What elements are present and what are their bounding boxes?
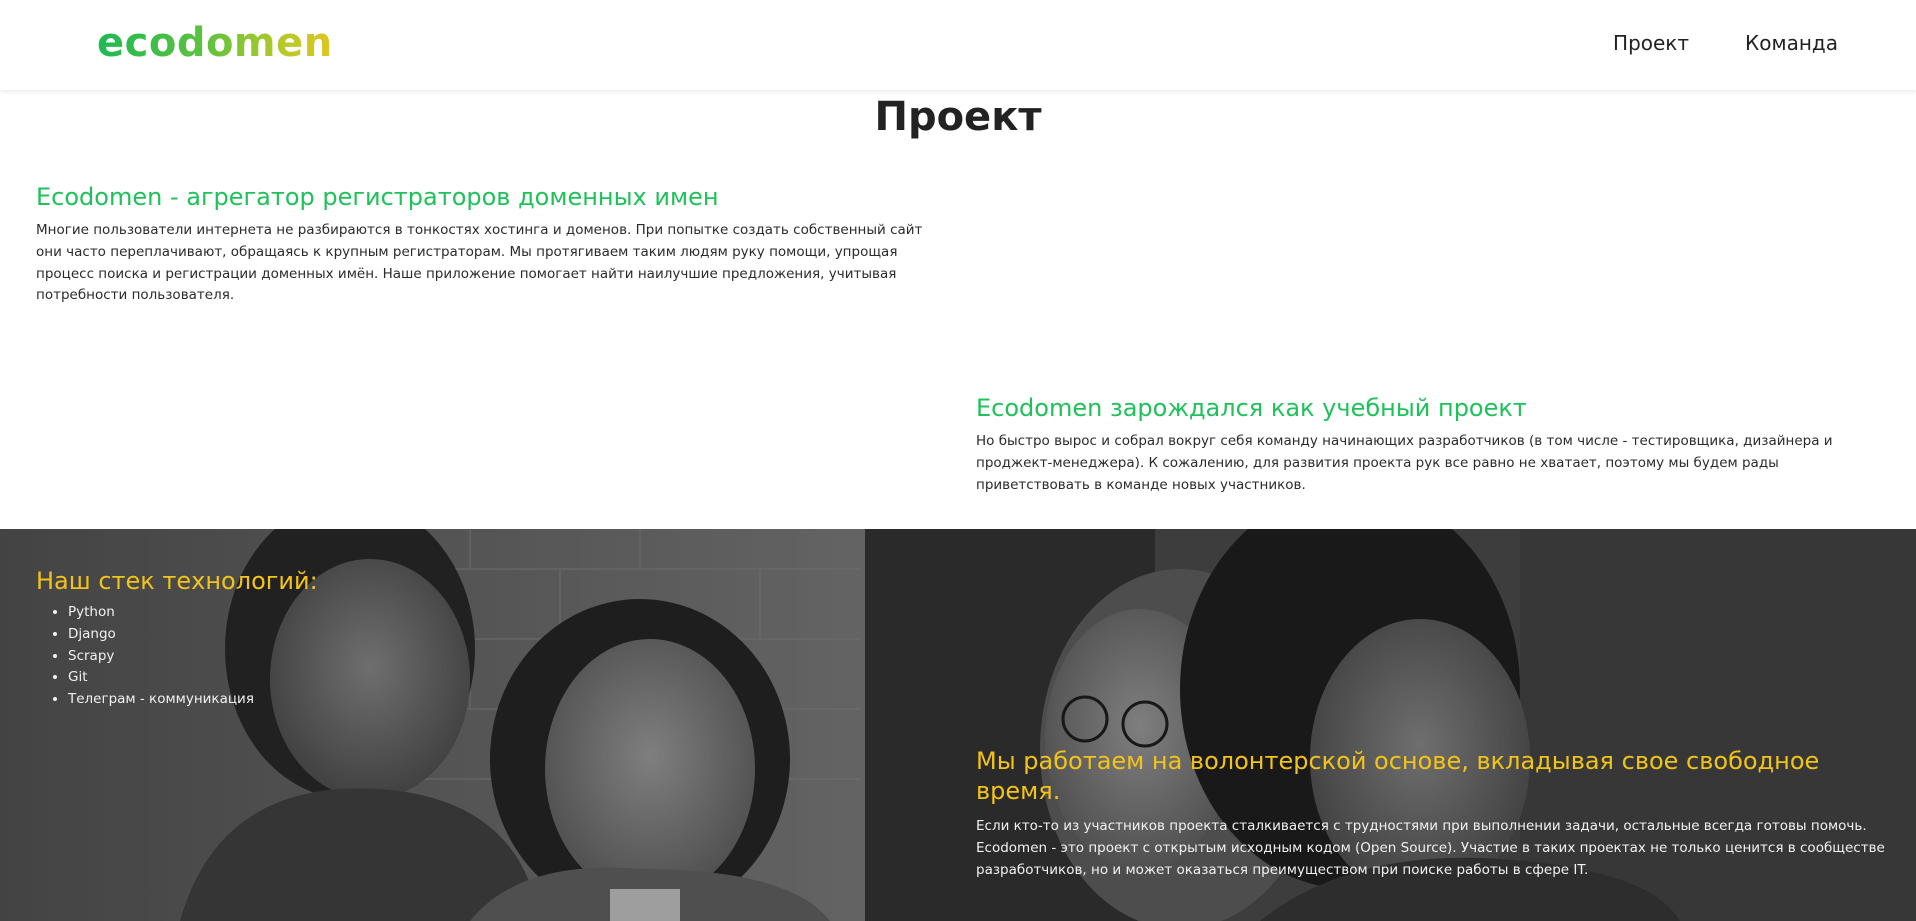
volunteer-section: Мы работаем на волонтерской основе, вкла… — [976, 746, 1886, 881]
stack-list: Python Django Scrapy Git Телеграм - комм… — [36, 602, 736, 711]
site-header: ecodomen Проект Команда — [0, 0, 1916, 90]
stack-item-django: Django — [68, 624, 736, 646]
stack-item-scrapy: Scrapy — [68, 646, 736, 668]
aggregator-section: Ecodomen - агрегатор регистраторов домен… — [36, 182, 936, 307]
origin-heading: Ecodomen зарождался как учебный проект — [976, 394, 1527, 422]
stack-item-python: Python — [68, 602, 736, 624]
stack-item-git: Git — [68, 667, 736, 689]
page-title: Проект — [874, 94, 1042, 140]
nav-link-project[interactable]: Проект — [1613, 30, 1689, 56]
origin-section: Ecodomen зарождался как учебный проект Н… — [976, 393, 1886, 496]
volunteer-text: Если кто-то из участников проекта сталки… — [976, 818, 1885, 878]
main-nav: Проект Команда — [1613, 30, 1838, 56]
nav-link-team[interactable]: Команда — [1745, 30, 1838, 56]
aggregator-text: Многие пользователи интернета не разбира… — [36, 222, 923, 304]
volunteer-heading: Мы работаем на волонтерской основе, вкла… — [976, 747, 1820, 805]
stack-section: Наш стек технологий: Python Django Scrap… — [36, 566, 736, 711]
stack-heading: Наш стек технологий: — [36, 567, 318, 595]
logo-link[interactable]: ecodomen — [97, 18, 333, 68]
aggregator-heading: Ecodomen - агрегатор регистраторов домен… — [36, 183, 719, 211]
stack-item-telegram: Телеграм - коммуникация — [68, 689, 736, 711]
origin-text: Но быстро вырос и собрал вокруг себя ком… — [976, 433, 1833, 493]
